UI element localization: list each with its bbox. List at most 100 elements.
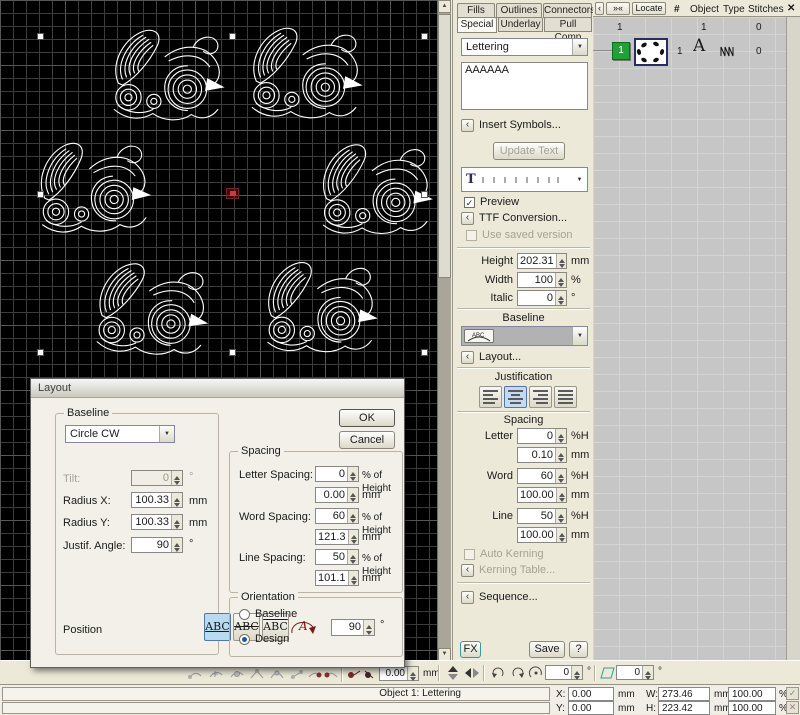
design-angle-field[interactable]: 90 (331, 619, 375, 636)
orientation-design-radio[interactable] (239, 634, 250, 645)
orientation-baseline-radio[interactable] (239, 609, 250, 620)
font-select[interactable]: T ▼ (461, 167, 588, 192)
x-field[interactable]: 0.00 (568, 687, 614, 701)
baseline-type-select[interactable]: Circle CW ▼ (65, 425, 175, 443)
spinner-control[interactable] (347, 550, 358, 564)
skew-angle-field[interactable]: 0 (616, 665, 654, 680)
sequence-button[interactable]: Sequence... (479, 591, 538, 604)
use-saved-checkbox[interactable] (466, 230, 477, 241)
column-type[interactable]: Type (723, 3, 745, 16)
expand-left-icon[interactable]: ‹ (461, 564, 474, 577)
spinner-control[interactable] (347, 509, 358, 523)
selection-handle[interactable] (421, 349, 428, 356)
spinner-control[interactable] (556, 488, 566, 502)
letter-spacing-pct-field[interactable]: 0 (315, 466, 359, 482)
radius-y-field[interactable]: 100.33 (131, 514, 183, 530)
selection-handle[interactable] (229, 33, 236, 40)
expand-left-icon[interactable]: ‹ (461, 591, 474, 604)
width-field[interactable]: 100 (517, 272, 567, 288)
rotate-angle-icon[interactable] (527, 665, 545, 681)
word-spacing-mm-field[interactable]: 121.3 (315, 529, 359, 545)
chevron-down-icon[interactable]: ▼ (572, 168, 587, 191)
spinner-control[interactable] (348, 530, 358, 544)
satin-stitch-icon[interactable] (719, 44, 736, 58)
embroidery-design[interactable] (236, 24, 368, 126)
spinner-control[interactable] (347, 488, 358, 502)
selection-handle[interactable] (37, 33, 44, 40)
w-field[interactable]: 273.46 (658, 687, 710, 701)
tab-special[interactable]: Special (457, 17, 497, 33)
object-thumbnail[interactable] (634, 38, 668, 66)
spinner-control[interactable] (555, 273, 566, 287)
curve-point-icon[interactable] (268, 667, 286, 683)
spinner-control[interactable] (556, 528, 566, 542)
spinner-control[interactable] (556, 254, 566, 268)
column-number[interactable]: # (674, 3, 680, 16)
close-icon[interactable]: ✕ (787, 2, 795, 15)
stitch-angle-icon[interactable] (288, 667, 306, 683)
spinner-control[interactable] (171, 515, 182, 529)
tab-outlines[interactable]: Outlines (496, 3, 542, 18)
justify-right-button[interactable] (529, 386, 552, 408)
kerning-table-button[interactable]: Kerning Table... (479, 564, 555, 577)
selection-handle[interactable] (229, 349, 236, 356)
line-mm-field[interactable]: 100.00 (517, 527, 567, 543)
word-mm-field[interactable]: 100.00 (517, 487, 567, 503)
spinner-control[interactable] (348, 571, 358, 585)
lettering-style-select[interactable]: Lettering ▼ (461, 38, 588, 56)
spinner-control[interactable] (407, 667, 418, 680)
color-badge[interactable]: 1 (612, 42, 630, 60)
selection-handle[interactable] (37, 191, 44, 198)
lettering-type-icon[interactable]: A (693, 40, 705, 53)
locate-button[interactable]: Locate (632, 2, 666, 15)
lettering-text-input[interactable]: AAAAAA (461, 62, 588, 110)
scrollbar-thumb[interactable] (438, 14, 451, 278)
tab-underlay[interactable]: Underlay (498, 17, 543, 32)
radius-x-field[interactable]: 100.33 (131, 492, 183, 508)
w-pct-field[interactable]: 100.00 (728, 687, 776, 701)
auto-kerning-checkbox[interactable] (464, 549, 475, 560)
justif-angle-field[interactable]: 90 (131, 537, 183, 553)
embroidery-design[interactable] (304, 138, 439, 245)
orientation-design-label[interactable]: Design (255, 633, 289, 646)
fx-button[interactable]: FX (460, 641, 481, 658)
tab-pull-comp[interactable]: Pull Comp (544, 17, 592, 32)
column-stitches[interactable]: Stitches (748, 3, 784, 16)
justify-full-button[interactable] (554, 386, 577, 408)
dialog-title[interactable]: Layout (31, 379, 404, 398)
spinner-control[interactable] (555, 291, 566, 305)
help-button[interactable]: ? (569, 641, 588, 658)
rotate-angle-field[interactable]: 0 (545, 665, 583, 680)
scroll-up-icon[interactable]: ▲ (438, 0, 451, 13)
ttf-conversion-button[interactable]: TTF Conversion... (479, 212, 567, 225)
letter-pct-field[interactable]: 0 (517, 428, 567, 444)
spinner-control[interactable] (171, 493, 182, 507)
column-object[interactable]: Object (690, 3, 719, 16)
embroidery-design[interactable] (98, 26, 230, 128)
reshape-tool-icon[interactable] (186, 667, 204, 683)
object-number[interactable]: 1 (677, 45, 683, 58)
rotate-cw-icon[interactable] (509, 665, 527, 681)
collapse-all-button[interactable]: »« (606, 2, 630, 15)
exit-point-icon[interactable] (322, 667, 340, 683)
layout-button[interactable]: Layout... (479, 351, 521, 364)
letter-spacing-mm-field[interactable]: 0.00 (315, 487, 359, 503)
italic-field[interactable]: 0 (517, 290, 567, 306)
insert-symbols-button[interactable]: Insert Symbols... (479, 119, 561, 132)
letter-mm-field[interactable]: 0.10 (517, 447, 567, 463)
spinner-control[interactable] (347, 467, 358, 481)
delete-point-icon[interactable] (228, 667, 246, 683)
spinner-control[interactable] (642, 666, 653, 679)
baseline-select[interactable]: ABC ▼ (461, 326, 588, 346)
chevron-down-icon[interactable]: ▼ (159, 426, 174, 442)
word-spacing-pct-field[interactable]: 60 (315, 508, 359, 524)
rotate-ccw-icon[interactable] (489, 665, 507, 681)
spinner-control[interactable] (555, 429, 566, 443)
flip-horizontal-icon[interactable] (463, 665, 481, 681)
end-needle-icon[interactable] (361, 667, 379, 683)
skew-icon[interactable] (599, 665, 617, 681)
spinner-control[interactable] (555, 469, 566, 483)
justify-left-button[interactable] (479, 386, 502, 408)
object-list-scrollbar[interactable] (786, 17, 800, 662)
y-field[interactable]: 0.00 (568, 701, 614, 715)
